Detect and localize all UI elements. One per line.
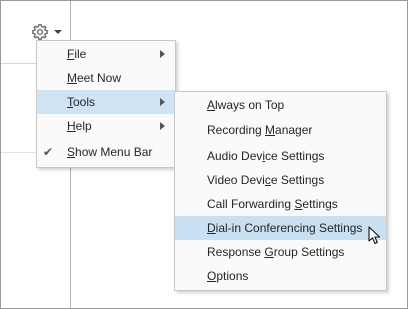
- chevron-right-icon: [160, 122, 165, 130]
- menu-item-options[interactable]: Options: [175, 264, 386, 288]
- menu-item-label: Call Forwarding Settings: [207, 197, 338, 211]
- menu-item-show-menu-bar[interactable]: ✔ Show Menu Bar: [37, 140, 175, 164]
- menu-item-video-device-settings[interactable]: Video Device Settings: [175, 168, 386, 192]
- menu-item-label: Response Group Settings: [207, 245, 345, 259]
- menu-item-always-on-top[interactable]: Always on Top: [175, 93, 386, 117]
- menu-item-response-group-settings[interactable]: Response Group Settings: [175, 240, 386, 264]
- menu-item-file[interactable]: File: [37, 42, 175, 66]
- menu-item-call-forwarding-settings[interactable]: Call Forwarding Settings: [175, 192, 386, 216]
- caret-down-icon: [54, 29, 62, 35]
- menu-item-label: Help: [67, 119, 92, 133]
- panel-separator: [1, 63, 36, 64]
- menu-item-label: Tools: [67, 95, 96, 109]
- chevron-right-icon: [160, 98, 165, 106]
- tools-submenu: Always on Top Recording Manager Audio De…: [174, 91, 387, 291]
- menu-item-label: Show Menu Bar: [67, 145, 153, 159]
- menu-item-recording-manager[interactable]: Recording Manager: [175, 118, 386, 142]
- menu-item-label: Dial-in Conferencing Settings: [207, 221, 363, 235]
- mouse-pointer-icon: [368, 226, 384, 249]
- menu-item-label: Video Device Settings: [207, 173, 325, 187]
- menu-item-label: File: [67, 47, 87, 61]
- menu-item-audio-device-settings[interactable]: Audio Device Settings: [175, 144, 386, 168]
- menu-item-label: Audio Device Settings: [207, 149, 325, 163]
- gear-icon: [31, 23, 49, 41]
- menu-item-label: Meet Now: [67, 71, 122, 85]
- menu-item-label: Always on Top: [207, 98, 285, 112]
- menu-item-tools[interactable]: Tools: [37, 90, 175, 114]
- chevron-right-icon: [160, 50, 165, 58]
- options-dropdown-menu: File Meet Now Tools Help ✔ Show Menu Bar: [36, 40, 176, 168]
- menu-item-label: Recording Manager: [207, 123, 313, 137]
- menu-item-help[interactable]: Help: [37, 114, 175, 138]
- menu-item-label: Options: [207, 269, 249, 283]
- menu-item-dial-in-conferencing-settings[interactable]: Dial-in Conferencing Settings: [175, 216, 386, 240]
- panel-separator: [1, 152, 36, 153]
- menu-item-meet-now[interactable]: Meet Now: [37, 66, 175, 90]
- options-menu-button[interactable]: [31, 22, 65, 42]
- checkmark-icon: ✔: [43, 145, 54, 159]
